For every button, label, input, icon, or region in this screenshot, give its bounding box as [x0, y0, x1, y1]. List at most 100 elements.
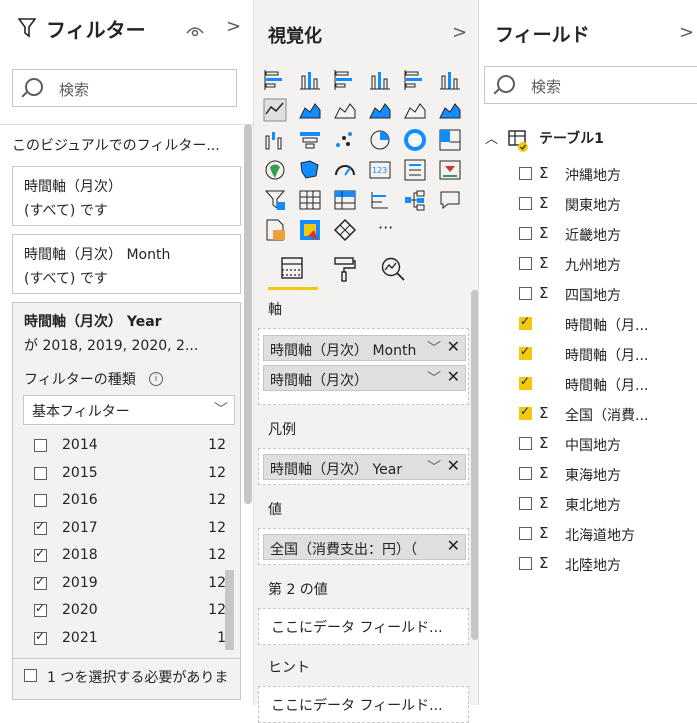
field-item[interactable]: Σ 中国地方 [519, 433, 689, 457]
field-checkbox[interactable] [519, 287, 532, 300]
field-checkbox[interactable] [519, 467, 532, 480]
field-checkbox[interactable] [519, 314, 532, 330]
field-item[interactable]: 時間軸（月... [519, 343, 689, 367]
power-apps-icon[interactable] [333, 218, 357, 242]
year-option-row[interactable]: 2016 12 [34, 490, 226, 512]
field-checkbox[interactable] [519, 167, 532, 180]
filter-card-month[interactable]: 時間軸（月次） Month (すべて) です [12, 234, 241, 294]
chevron-down-icon[interactable]: ﹀ [427, 457, 441, 477]
viz-pane-scrollbar[interactable] [471, 290, 478, 640]
line-chart-icon[interactable] [263, 98, 287, 122]
year-checkbox[interactable] [34, 629, 47, 645]
year-option-row[interactable]: 2020 12 [34, 600, 226, 622]
axis-chip-month[interactable]: 時間軸（月次） Month ﹀ ✕ [263, 335, 466, 361]
field-item[interactable]: Σ 東海地方 [519, 463, 689, 487]
line-stacked-column-chart-icon[interactable] [403, 98, 427, 122]
clustered-bar-chart-icon[interactable] [333, 68, 357, 92]
axis-well[interactable]: 時間軸（月次） Month ﹀ ✕ 時間軸（月次） ﹀ ✕ [258, 328, 469, 405]
field-item[interactable]: Σ 全国（消費... [519, 403, 689, 427]
kpi-icon[interactable] [438, 158, 462, 182]
field-item[interactable]: 時間軸（月... [519, 373, 689, 397]
collapse-viz-chevron-icon[interactable]: > [452, 22, 467, 43]
year-option-row[interactable]: 2019 12 [34, 573, 226, 595]
close-icon[interactable]: ✕ [447, 456, 460, 475]
multi-row-card-icon[interactable] [403, 158, 427, 182]
fields-search-input[interactable]: 検索 [484, 66, 697, 104]
close-icon[interactable]: ✕ [447, 536, 460, 555]
field-checkbox[interactable] [519, 527, 532, 540]
decomposition-tree-icon[interactable] [403, 188, 427, 212]
gauge-icon[interactable] [333, 158, 357, 182]
table-name[interactable]: テーブル1 [539, 128, 604, 148]
close-icon[interactable]: ✕ [447, 367, 460, 386]
100-stacked-column-chart-icon[interactable] [438, 68, 462, 92]
field-checkbox[interactable] [519, 197, 532, 210]
year-option-row[interactable]: 2018 12 [34, 545, 226, 567]
chevron-down-icon[interactable]: ﹀ [427, 368, 441, 388]
100-stacked-bar-chart-icon[interactable] [403, 68, 427, 92]
require-one-checkbox[interactable] [24, 669, 37, 682]
year-option-row[interactable]: 2021 1 [34, 628, 226, 650]
field-item[interactable]: Σ 近畿地方 [519, 223, 689, 247]
funnel-chart-icon[interactable] [298, 128, 322, 152]
year-list-scrollbar[interactable] [225, 570, 234, 650]
fields-tab-icon[interactable] [280, 256, 304, 280]
field-item[interactable]: Σ 沖縄地方 [519, 163, 689, 187]
axis-chip-monthly[interactable]: 時間軸（月次） ﹀ ✕ [263, 365, 466, 391]
pane-scrollbar[interactable] [244, 124, 252, 504]
year-checkbox[interactable] [34, 439, 47, 452]
year-checkbox[interactable] [34, 546, 47, 562]
paginated-report-icon[interactable] [298, 218, 322, 242]
ribbon-chart-icon[interactable] [438, 98, 462, 122]
map-icon[interactable] [263, 158, 287, 182]
field-item[interactable]: 時間軸（月... [519, 313, 689, 337]
field-checkbox[interactable] [519, 404, 532, 420]
slicer-icon[interactable] [263, 188, 287, 212]
matrix-icon[interactable] [333, 188, 357, 212]
close-icon[interactable]: ✕ [447, 337, 460, 356]
more-visuals-icon[interactable]: ··· [378, 218, 393, 237]
pie-chart-icon[interactable] [368, 128, 392, 152]
donut-chart-icon[interactable] [403, 128, 427, 152]
format-paint-roller-icon[interactable] [332, 256, 356, 282]
collapse-filters-chevron-icon[interactable]: > [226, 16, 241, 37]
smart-narrative-icon[interactable] [263, 218, 287, 242]
field-item[interactable]: Σ 北海道地方 [519, 523, 689, 547]
legend-well[interactable]: 時間軸（月次） Year ﹀ ✕ [258, 448, 469, 485]
field-item[interactable]: Σ 九州地方 [519, 253, 689, 277]
clustered-column-chart-icon[interactable] [368, 68, 392, 92]
field-checkbox[interactable] [519, 227, 532, 240]
filter-type-dropdown[interactable]: 基本フィルター ﹀ [23, 395, 235, 425]
field-item[interactable]: Σ 関東地方 [519, 193, 689, 217]
analytics-magnifier-icon[interactable] [380, 256, 406, 282]
year-checkbox[interactable] [34, 466, 47, 480]
field-item[interactable]: Σ 北陸地方 [519, 553, 689, 577]
qa-icon[interactable] [438, 188, 462, 212]
field-checkbox[interactable] [519, 257, 532, 270]
scatter-chart-icon[interactable] [333, 128, 357, 152]
waterfall-chart-icon[interactable] [263, 128, 287, 152]
field-checkbox[interactable] [519, 437, 532, 450]
legend-chip-year[interactable]: 時間軸（月次） Year ﹀ ✕ [263, 454, 466, 480]
field-checkbox[interactable] [519, 344, 532, 360]
field-checkbox[interactable] [519, 497, 532, 510]
chevron-up-icon[interactable]: ︿ [485, 128, 498, 147]
year-checkbox[interactable] [34, 519, 47, 535]
filter-card-month-axis[interactable]: 時間軸（月次） (すべて) です [12, 166, 241, 226]
year-option-row[interactable]: 2014 12 [34, 435, 226, 457]
eye-icon[interactable] [186, 24, 204, 38]
secondary-values-well[interactable]: ここにデータ フィールド... [258, 608, 469, 645]
stacked-bar-chart-icon[interactable] [263, 68, 287, 92]
year-option-row[interactable]: 2017 12 [34, 518, 226, 540]
year-checkbox[interactable] [34, 574, 47, 590]
field-checkbox[interactable] [519, 557, 532, 570]
stacked-column-chart-icon[interactable] [298, 68, 322, 92]
line-clustered-column-chart-icon[interactable] [368, 98, 392, 122]
filled-map-icon[interactable] [298, 158, 322, 182]
chevron-down-icon[interactable]: ﹀ [427, 338, 441, 358]
field-item[interactable]: Σ 四国地方 [519, 283, 689, 307]
area-chart-icon[interactable] [298, 98, 322, 122]
filter-search-input[interactable]: 検索 [12, 69, 237, 107]
table-visual-icon[interactable] [298, 188, 322, 212]
year-option-row[interactable]: 2015 12 [34, 463, 226, 485]
